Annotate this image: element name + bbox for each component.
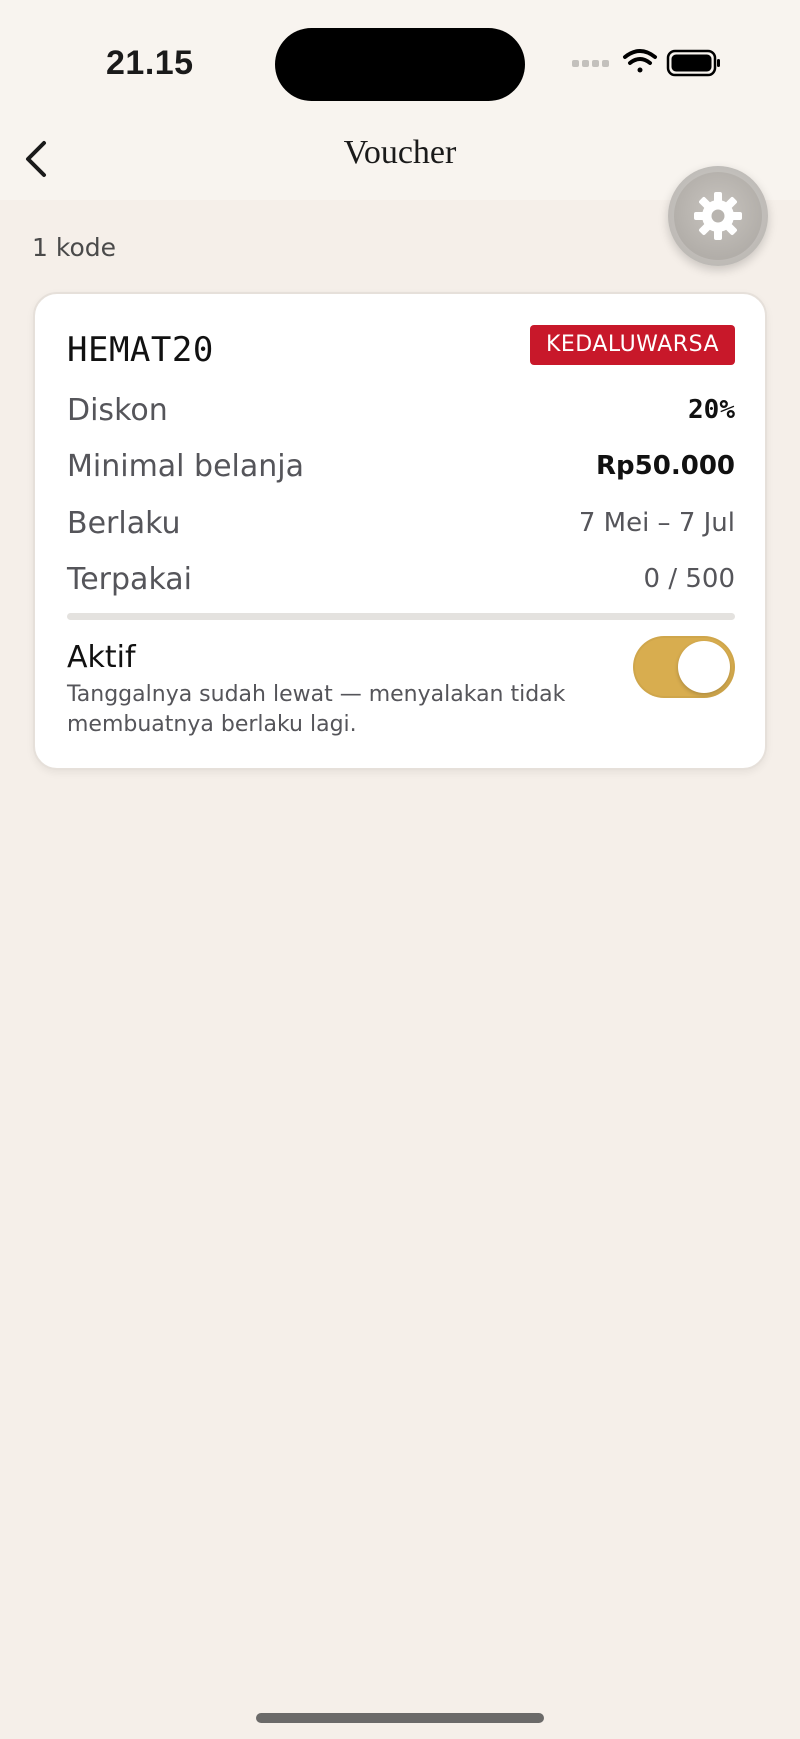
status-icons xyxy=(570,48,730,78)
usage-progress-bar xyxy=(67,613,735,620)
active-toggle[interactable] xyxy=(633,636,735,698)
detail-row-diskon: Diskon 20% xyxy=(67,388,735,432)
battery-icon xyxy=(666,49,720,77)
detail-value: Rp50.000 xyxy=(596,451,735,481)
detail-value: 20% xyxy=(688,395,735,425)
status-time: 21.15 xyxy=(106,44,194,82)
home-indicator xyxy=(256,1713,544,1723)
detail-row-terpakai: Terpakai 0 / 500 xyxy=(67,557,735,601)
detail-value: 7 Mei – 7 Jul xyxy=(578,508,735,538)
detail-label: Terpakai xyxy=(67,561,193,597)
voucher-card[interactable]: HEMAT20 KEDALUWARSA Diskon 20% Minimal b… xyxy=(33,292,767,770)
detail-row-minimal-belanja: Minimal belanja Rp50.000 xyxy=(67,444,735,488)
detail-label: Minimal belanja xyxy=(67,448,304,484)
active-note: Tanggalnya sudah lewat — menyalakan tida… xyxy=(67,682,566,737)
page-title: Voucher xyxy=(343,134,457,171)
wifi-icon xyxy=(623,49,657,73)
detail-label: Diskon xyxy=(67,392,168,428)
voucher-count: 1 kode xyxy=(32,233,116,262)
status-badge: KEDALUWARSA xyxy=(529,325,735,365)
voucher-code: HEMAT20 xyxy=(67,330,214,370)
signal-icon xyxy=(572,60,609,67)
dynamic-island xyxy=(275,28,525,101)
detail-value: 0 / 500 xyxy=(643,564,735,594)
toggle-knob xyxy=(678,641,730,693)
status-bar: 21.15 xyxy=(0,0,800,120)
gear-icon xyxy=(694,192,742,240)
active-label: Aktif xyxy=(67,640,136,675)
detail-row-berlaku: Berlaku 7 Mei – 7 Jul xyxy=(67,501,735,545)
detail-label: Berlaku xyxy=(67,505,181,541)
settings-button[interactable] xyxy=(668,166,768,266)
